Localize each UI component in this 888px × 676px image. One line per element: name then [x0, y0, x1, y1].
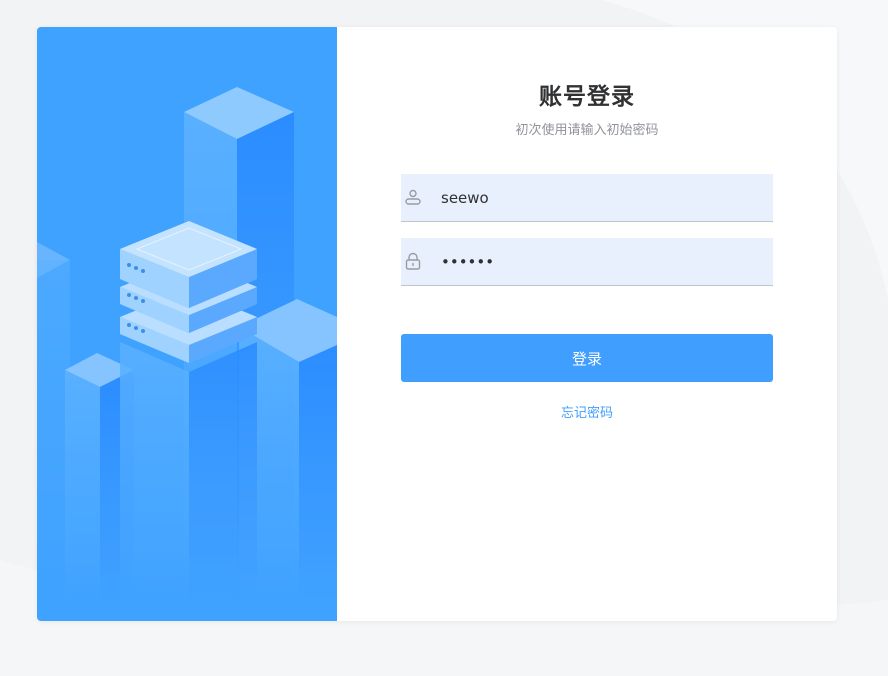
login-form-panel: 账号登录 初次使用请输入初始密码 登录 忘记密码	[337, 27, 837, 621]
illustration-panel	[37, 27, 337, 621]
password-input[interactable]	[441, 238, 761, 285]
login-card: 账号登录 初次使用请输入初始密码 登录 忘记密码	[37, 27, 837, 621]
login-button[interactable]: 登录	[401, 334, 773, 382]
user-icon	[405, 189, 421, 205]
page-title: 账号登录	[539, 84, 635, 110]
server-buildings-illustration	[37, 87, 337, 621]
lock-icon	[405, 252, 421, 270]
page-subtitle: 初次使用请输入初始密码	[515, 123, 659, 138]
password-field	[401, 238, 773, 286]
forgot-password-link[interactable]: 忘记密码	[337, 402, 837, 421]
username-field	[401, 174, 773, 222]
username-input[interactable]	[441, 174, 761, 221]
